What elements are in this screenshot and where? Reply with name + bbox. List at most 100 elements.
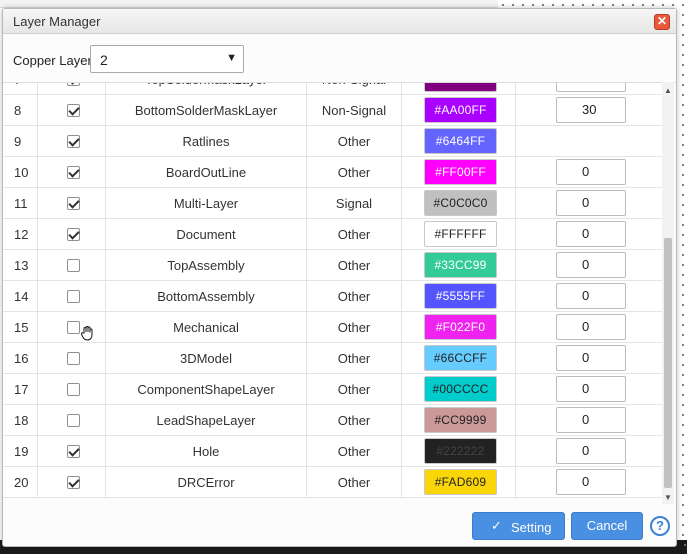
close-button[interactable]: ✕ bbox=[654, 14, 670, 30]
dialog-titlebar[interactable]: Layer Manager ✕ bbox=[3, 9, 676, 34]
setting-button-label: Setting bbox=[511, 520, 552, 535]
layer-type: Signal bbox=[335, 196, 373, 211]
layer-visible-checkbox[interactable] bbox=[67, 104, 80, 117]
dialog-title: Layer Manager bbox=[13, 14, 101, 29]
table-row: 10 BoardOutLine Other #FF00FF 0 bbox=[3, 157, 667, 188]
layer-color-cell: #AA00FF bbox=[402, 95, 516, 125]
color-swatch[interactable]: #6464FF bbox=[424, 128, 497, 154]
layer-value-input[interactable]: 0 bbox=[556, 159, 626, 185]
layer-type-cell: Other bbox=[307, 374, 402, 404]
layer-color-cell: #800080 bbox=[402, 83, 516, 94]
row-number-cell: 12 bbox=[3, 219, 38, 249]
table-row: 16 3DModel Other #66CCFF 0 bbox=[3, 343, 667, 374]
row-number: 10 bbox=[14, 165, 29, 180]
table-row: 19 Hole Other #222222 0 bbox=[3, 436, 667, 467]
color-swatch[interactable]: #FF00FF bbox=[424, 159, 497, 185]
copper-layer-label: Copper Layer: bbox=[13, 53, 96, 68]
visibility-cell bbox=[38, 405, 106, 435]
layer-type: Other bbox=[337, 320, 371, 335]
layer-table: 7TopSolderMaskLayerNon-Signal#800080308B… bbox=[3, 82, 676, 504]
layer-color-cell: #33CC99 bbox=[402, 250, 516, 280]
row-number: 20 bbox=[14, 475, 29, 490]
color-swatch[interactable]: #AA00FF bbox=[424, 97, 497, 123]
layer-visible-checkbox[interactable] bbox=[67, 476, 80, 489]
scroll-down-icon[interactable]: ▼ bbox=[664, 493, 672, 502]
visibility-cell bbox=[38, 157, 106, 187]
layer-value-input[interactable]: 0 bbox=[556, 190, 626, 216]
layer-value-input[interactable]: 0 bbox=[556, 252, 626, 278]
layer-value-input[interactable]: 0 bbox=[556, 221, 626, 247]
layer-value-input[interactable]: 0 bbox=[556, 438, 626, 464]
layer-color-cell: #5555FF bbox=[402, 281, 516, 311]
layer-name: BoardOutLine bbox=[165, 165, 247, 180]
layer-visible-checkbox[interactable] bbox=[67, 228, 80, 241]
copper-layer-value: 2 bbox=[100, 52, 108, 68]
layer-color-cell: #CC9999 bbox=[402, 405, 516, 435]
copper-layer-select[interactable]: 2 ▼ bbox=[90, 45, 244, 73]
layer-visible-checkbox[interactable] bbox=[67, 259, 80, 272]
layer-visible-checkbox[interactable] bbox=[67, 414, 80, 427]
layer-value-input[interactable]: 30 bbox=[556, 97, 626, 123]
layer-value-cell bbox=[516, 126, 667, 156]
scroll-up-icon[interactable]: ▲ bbox=[664, 86, 672, 95]
layer-visible-checkbox[interactable] bbox=[67, 290, 80, 303]
scroll-thumb[interactable] bbox=[664, 238, 672, 488]
row-number-cell: 11 bbox=[3, 188, 38, 218]
layer-value-cell: 0 bbox=[516, 467, 667, 497]
layer-name-cell: LeadShapeLayer bbox=[106, 405, 307, 435]
row-number: 18 bbox=[14, 413, 29, 428]
table-scrollbar[interactable]: ▲ ▼ bbox=[662, 82, 674, 504]
help-icon[interactable]: ? bbox=[650, 516, 670, 536]
layer-visible-checkbox[interactable] bbox=[67, 135, 80, 148]
layer-name-cell: DRCError bbox=[106, 467, 307, 497]
layer-type: Other bbox=[337, 444, 371, 459]
color-swatch[interactable]: #00CCCC bbox=[424, 376, 497, 402]
layer-name: BottomAssembly bbox=[157, 289, 255, 304]
layer-value-input[interactable]: 0 bbox=[556, 345, 626, 371]
layer-value-cell: 0 bbox=[516, 312, 667, 342]
layer-visible-checkbox[interactable] bbox=[67, 83, 80, 86]
layer-name-cell: Multi-Layer bbox=[106, 188, 307, 218]
color-swatch[interactable]: #66CCFF bbox=[424, 345, 497, 371]
layer-visible-checkbox[interactable] bbox=[67, 445, 80, 458]
layer-value-input[interactable]: 0 bbox=[556, 469, 626, 495]
layer-type: Other bbox=[337, 382, 371, 397]
color-swatch[interactable]: #CC9999 bbox=[424, 407, 497, 433]
layer-value-cell: 0 bbox=[516, 157, 667, 187]
row-number: 8 bbox=[14, 103, 22, 118]
layer-type-cell: Other bbox=[307, 219, 402, 249]
layer-value-input[interactable]: 0 bbox=[556, 376, 626, 402]
color-swatch[interactable]: #800080 bbox=[424, 83, 497, 92]
layer-visible-checkbox[interactable] bbox=[67, 197, 80, 210]
layer-value-input[interactable]: 30 bbox=[556, 83, 626, 92]
table-row: 13 TopAssembly Other #33CC99 0 bbox=[3, 250, 667, 281]
layer-name-cell: Ratlines bbox=[106, 126, 307, 156]
color-swatch[interactable]: #33CC99 bbox=[424, 252, 497, 278]
color-swatch[interactable]: #FAD609 bbox=[424, 469, 497, 495]
visibility-cell bbox=[38, 83, 106, 94]
layer-name: LeadShapeLayer bbox=[156, 413, 256, 428]
layer-value-input[interactable]: 0 bbox=[556, 314, 626, 340]
layer-color-cell: #FFFFFF bbox=[402, 219, 516, 249]
layer-value-input[interactable]: 0 bbox=[556, 283, 626, 309]
visibility-cell bbox=[38, 467, 106, 497]
color-swatch[interactable]: #C0C0C0 bbox=[424, 190, 497, 216]
layer-visible-checkbox[interactable] bbox=[67, 352, 80, 365]
layer-visible-checkbox[interactable] bbox=[67, 383, 80, 396]
color-swatch[interactable]: #FFFFFF bbox=[424, 221, 497, 247]
row-number: 12 bbox=[14, 227, 29, 242]
color-swatch[interactable]: #222222 bbox=[424, 438, 497, 464]
color-swatch[interactable]: #5555FF bbox=[424, 283, 497, 309]
cancel-button[interactable]: Cancel bbox=[571, 512, 643, 540]
color-swatch[interactable]: #F022F0 bbox=[424, 314, 497, 340]
layer-type-cell: Other bbox=[307, 312, 402, 342]
layer-value-input[interactable]: 0 bbox=[556, 407, 626, 433]
row-number-cell: 7 bbox=[3, 83, 38, 94]
layer-type: Non-Signal bbox=[321, 103, 387, 118]
layer-name-cell: 3DModel bbox=[106, 343, 307, 373]
layer-value-cell: 0 bbox=[516, 281, 667, 311]
layer-color-cell: #FF00FF bbox=[402, 157, 516, 187]
layer-visible-checkbox[interactable] bbox=[67, 166, 80, 179]
editor-toolbar bbox=[0, 0, 498, 8]
setting-button[interactable]: ✓ Setting bbox=[472, 512, 565, 540]
